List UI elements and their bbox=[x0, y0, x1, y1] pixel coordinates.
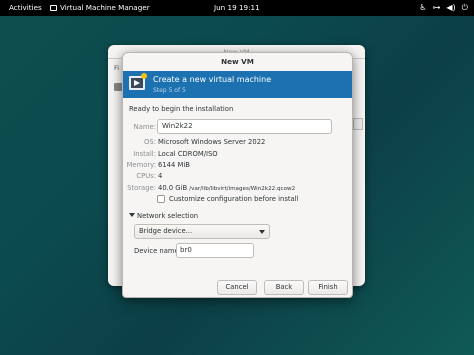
ready-text: Ready to begin the installation bbox=[129, 105, 234, 113]
clock[interactable]: Jun 19 19:11 bbox=[214, 3, 260, 12]
app-name: Virtual Machine Manager bbox=[60, 3, 150, 12]
app-menu[interactable]: Virtual Machine Manager bbox=[50, 3, 150, 12]
network-selection-label: Network selection bbox=[137, 212, 199, 220]
chevron-down-icon bbox=[259, 230, 265, 234]
os-value: Microsoft Windows Server 2022 bbox=[158, 138, 266, 146]
device-name-input[interactable]: br0 bbox=[176, 243, 254, 258]
network-icon[interactable]: ⊶ bbox=[432, 2, 440, 13]
banner-step: Step 5 of 5 bbox=[153, 87, 186, 94]
storage-label: Storage: bbox=[127, 184, 156, 192]
cancel-button[interactable]: Cancel bbox=[217, 280, 257, 295]
dialog-title: New VM bbox=[221, 57, 254, 66]
top-bar: Activities Virtual Machine Manager Jun 1… bbox=[0, 0, 474, 16]
new-vm-dialog: New VM Create a new virtual machine Step… bbox=[122, 52, 353, 298]
accessibility-icon[interactable]: ♿ bbox=[419, 2, 426, 13]
customize-checkbox[interactable] bbox=[157, 195, 165, 203]
name-label: Name: bbox=[133, 123, 156, 131]
storage-size: 40.0 GiB bbox=[158, 184, 188, 192]
back-button[interactable]: Back bbox=[264, 280, 304, 295]
customize-label[interactable]: Customize configuration before install bbox=[169, 195, 298, 203]
network-source-dropdown[interactable]: Bridge device... bbox=[134, 224, 270, 239]
app-icon bbox=[50, 5, 57, 11]
background-menu-fragment: Fi bbox=[114, 64, 120, 72]
storage-value: 40.0 GiB /var/lib/libvirt/images/Win2k22… bbox=[158, 184, 295, 192]
banner-title: Create a new virtual machine bbox=[153, 75, 272, 84]
cpus-value: 4 bbox=[158, 172, 163, 180]
install-value: Local CDROM/ISO bbox=[158, 150, 218, 158]
os-label: OS: bbox=[144, 138, 156, 146]
storage-path: /var/lib/libvirt/images/Win2k22.qcow2 bbox=[189, 186, 296, 192]
install-label: Install: bbox=[133, 150, 156, 158]
finish-button[interactable]: Finish bbox=[308, 280, 348, 295]
power-icon[interactable]: ⏻ bbox=[462, 2, 468, 13]
wizard-banner: Create a new virtual machine Step 5 of 5 bbox=[123, 71, 352, 98]
background-control bbox=[353, 118, 363, 130]
new-badge-icon bbox=[141, 73, 147, 79]
name-input[interactable]: Win2k22 bbox=[157, 119, 332, 134]
memory-label: Memory: bbox=[126, 161, 156, 169]
cpus-label: CPUs: bbox=[136, 172, 156, 180]
activities-button[interactable]: Activities bbox=[9, 3, 42, 12]
memory-value: 6144 MiB bbox=[158, 161, 190, 169]
network-source-value: Bridge device... bbox=[139, 227, 193, 235]
network-selection-expander[interactable]: Network selection bbox=[129, 212, 198, 220]
system-tray[interactable]: ♿ ⊶ ◀) ⏻ bbox=[419, 2, 468, 13]
device-name-label: Device name: bbox=[134, 247, 181, 255]
expander-arrow-icon bbox=[129, 213, 135, 217]
volume-icon[interactable]: ◀) bbox=[446, 2, 455, 13]
